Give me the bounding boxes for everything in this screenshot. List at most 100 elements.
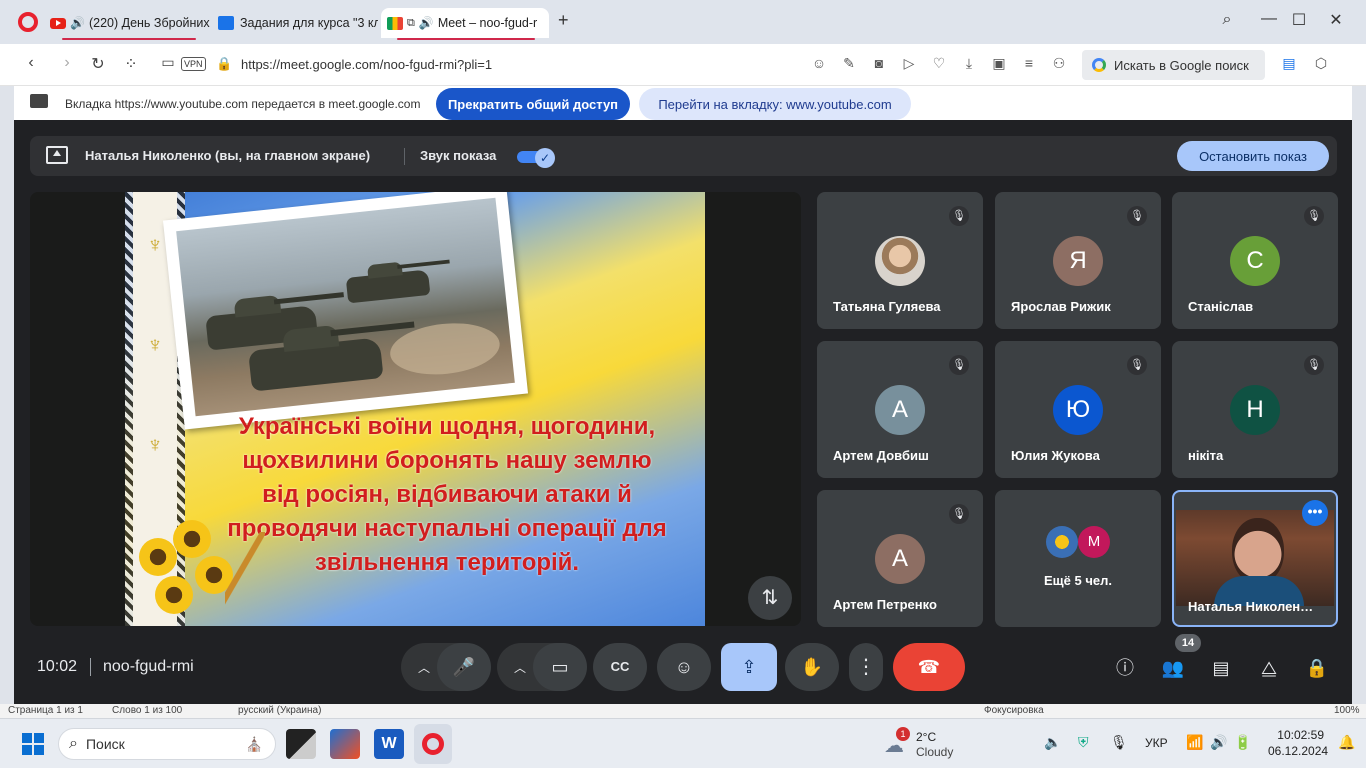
extensions-icon[interactable]: ⬡ bbox=[1312, 55, 1330, 72]
account-icon[interactable]: ⚇ bbox=[1050, 55, 1068, 72]
security-tray-icon[interactable]: ⛨ bbox=[1078, 734, 1089, 751]
meeting-info-icon[interactable]: ⓘ bbox=[1112, 655, 1138, 681]
avatar bbox=[875, 236, 925, 286]
participant-name: нікіта bbox=[1188, 448, 1224, 463]
easy-setup-icon[interactable]: ≡ bbox=[1020, 55, 1038, 71]
pip-icon[interactable]: ⧉ bbox=[407, 17, 415, 30]
speaker-icon[interactable]: 🔊 bbox=[419, 16, 434, 30]
play-icon[interactable]: ▷ bbox=[900, 55, 918, 72]
participant-tile[interactable]: 🎙 Я Ярослав Рижик bbox=[995, 192, 1161, 329]
participant-tile[interactable]: 🎙 Татьяна Гуляева bbox=[817, 192, 983, 329]
stop-sharing-button[interactable]: Прекратить общий доступ bbox=[436, 88, 630, 120]
clock-date[interactable]: 06.12.2024 bbox=[1268, 744, 1328, 758]
mic-tray-icon[interactable]: 🎙 bbox=[1110, 734, 1128, 751]
tab-search-icon[interactable]: ⌕ bbox=[1212, 11, 1242, 29]
focus-mode[interactable]: Фокусировка bbox=[984, 705, 1044, 716]
clock-time[interactable]: 10:02:59 bbox=[1268, 728, 1324, 742]
tab-youtube[interactable]: 🔊 (220) День Збройних bbox=[50, 8, 210, 38]
more-options-icon[interactable]: ••• bbox=[1302, 500, 1328, 526]
snapshot-icon[interactable]: ▭ bbox=[157, 54, 179, 71]
chevron-up-icon[interactable]: ︿ bbox=[514, 659, 526, 676]
check-icon: ✓ bbox=[535, 148, 555, 168]
word-icon[interactable]: W bbox=[374, 729, 404, 759]
camera-icon[interactable]: ◙ bbox=[870, 55, 888, 71]
heart-icon[interactable]: ♡ bbox=[930, 55, 948, 72]
more-participants-label: Ещё 5 чел. bbox=[1044, 573, 1112, 588]
opera-logo-icon[interactable] bbox=[18, 12, 38, 32]
participant-name: Юлия Жукова bbox=[1011, 448, 1100, 463]
participant-tile[interactable]: 🎙 А Артем Петренко bbox=[817, 490, 983, 627]
weather-badge: 1 bbox=[896, 727, 910, 741]
reload-icon[interactable]: ↻ bbox=[87, 54, 109, 74]
speaker-icon[interactable]: 🔊 bbox=[70, 16, 85, 30]
google-search-box[interactable]: Искать в Google поиск bbox=[1082, 50, 1265, 80]
sidebar-icon[interactable]: ▤ bbox=[1280, 55, 1298, 72]
divider bbox=[404, 148, 405, 165]
more-participants-tile[interactable]: М Ещё 5 чел. bbox=[995, 490, 1161, 627]
lock-icon[interactable]: 🔒 bbox=[216, 56, 232, 72]
present-button[interactable]: ⇪ bbox=[721, 643, 777, 691]
notification-bell-icon[interactable]: 🔔 bbox=[1338, 734, 1355, 751]
avatar: А bbox=[875, 534, 925, 584]
microphone-button[interactable]: 🎤 bbox=[437, 643, 491, 691]
participant-name: Артем Петренко bbox=[833, 597, 937, 612]
participant-tile[interactable]: 🎙 А Артем Довбиш bbox=[817, 341, 983, 478]
wifi-icon[interactable]: 📶 bbox=[1186, 734, 1203, 751]
tab-meet[interactable]: ⧉ 🔊 Meet – noo-fgud-r bbox=[381, 8, 549, 38]
search-placeholder: Поиск bbox=[85, 736, 125, 752]
tab-classroom[interactable]: Задания для курса "3 кла bbox=[218, 8, 378, 38]
wallet-icon[interactable]: ▣ bbox=[990, 55, 1008, 72]
volume-icon[interactable]: 🔊 bbox=[1210, 734, 1227, 751]
vpn-badge[interactable]: VPN bbox=[181, 57, 206, 71]
captions-button[interactable]: CC bbox=[593, 643, 647, 691]
participant-tile[interactable]: 🎙 С Станіслав bbox=[1172, 192, 1338, 329]
share-audio-toggle[interactable]: ✓ bbox=[517, 148, 555, 168]
leave-call-button[interactable]: ☎ bbox=[893, 643, 965, 691]
goto-tab-button[interactable]: Перейти на вкладку: www.youtube.com bbox=[639, 88, 911, 120]
self-tile[interactable]: ••• Наталья Николен… bbox=[1172, 490, 1338, 627]
tank-photo bbox=[176, 197, 515, 417]
input-language[interactable]: УКР bbox=[1145, 736, 1168, 750]
people-icon[interactable]: 👥 bbox=[1160, 655, 1186, 681]
windows-start-icon[interactable] bbox=[22, 733, 44, 755]
avatar: С bbox=[1230, 236, 1280, 286]
store-icon[interactable] bbox=[330, 729, 360, 759]
task-view-icon[interactable] bbox=[286, 729, 316, 759]
wheat-ears bbox=[225, 532, 265, 612]
camera-button[interactable]: ▭ bbox=[533, 643, 587, 691]
maximize-button[interactable]: ☐ bbox=[1284, 10, 1314, 30]
back-icon[interactable]: ‹ bbox=[20, 54, 42, 72]
emoji-reaction-button[interactable]: ☺ bbox=[657, 643, 711, 691]
screen-share-icon bbox=[30, 94, 48, 108]
minimize-button[interactable]: — bbox=[1254, 10, 1284, 28]
forward-icon[interactable]: › bbox=[56, 54, 78, 72]
speaker-tray-icon[interactable]: 🔈 bbox=[1044, 734, 1061, 751]
participant-tile[interactable]: 🎙 Н нікіта bbox=[1172, 341, 1338, 478]
opera-taskbar-button[interactable] bbox=[414, 724, 452, 764]
battery-icon[interactable]: 🔋 bbox=[1234, 734, 1251, 751]
chevron-up-icon[interactable]: ︿ bbox=[418, 659, 430, 676]
more-options-button[interactable]: ⋮ bbox=[849, 643, 883, 691]
new-tab-button[interactable]: + bbox=[558, 10, 569, 31]
activities-icon[interactable]: ⧋ bbox=[1256, 655, 1282, 681]
windows-taskbar: ⌕ Поиск ⛪ W ☁ 1 2°C Cloudy 🔈 ⛨ 🎙 УКР 📶 🔊… bbox=[0, 718, 1366, 768]
emoji-icon[interactable]: ☺ bbox=[810, 55, 828, 71]
weather-widget[interactable]: ☁ 1 2°C Cloudy bbox=[884, 727, 964, 761]
host-controls-icon[interactable]: 🔒 bbox=[1304, 655, 1330, 681]
raise-hand-button[interactable]: ✋ bbox=[785, 643, 839, 691]
close-window-button[interactable]: ✕ bbox=[1321, 10, 1351, 30]
meet-icon bbox=[387, 16, 403, 30]
participant-tile[interactable]: 🎙 Ю Юлия Жукова bbox=[995, 341, 1161, 478]
download-icon[interactable]: ⤓ bbox=[960, 55, 978, 72]
url-field[interactable]: https://meet.google.com/noo-fgud-rmi?pli… bbox=[241, 57, 492, 72]
chat-icon[interactable]: ▤ bbox=[1208, 655, 1234, 681]
edit-icon[interactable]: ✎ bbox=[840, 55, 858, 72]
zoom-level[interactable]: 100% bbox=[1334, 705, 1360, 716]
stop-presenting-button[interactable]: Остановить показ bbox=[1177, 141, 1329, 171]
speed-dial-icon[interactable]: ⁘ bbox=[120, 54, 142, 74]
avatar: Ю bbox=[1053, 385, 1103, 435]
taskbar-search[interactable]: ⌕ Поиск ⛪ bbox=[58, 728, 276, 760]
present-screen-icon bbox=[46, 146, 68, 164]
swap-layout-icon[interactable]: ⇅ bbox=[748, 576, 792, 620]
trident-icon: ♆ bbox=[146, 432, 164, 457]
